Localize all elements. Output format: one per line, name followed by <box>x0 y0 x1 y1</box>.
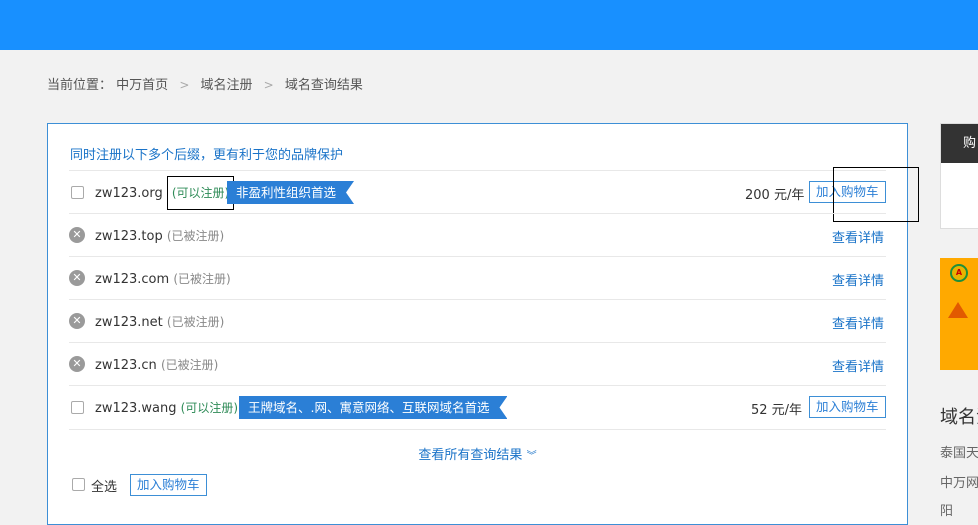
status-taken: (已被注册) <box>166 315 225 329</box>
view-details-link[interactable]: 查看详情 <box>832 356 884 375</box>
sidebar-link[interactable]: 中万网 <box>940 472 978 491</box>
domain-row: zw123.wang (可以注册) 王牌域名、.网、寓意网络、互联网域名首选 5… <box>69 385 886 429</box>
status-taken: (已被注册) <box>166 229 225 243</box>
breadcrumb-separator: > <box>179 78 190 92</box>
close-circle-icon: ✕ <box>69 356 85 372</box>
status-available: (可以注册) <box>166 176 235 210</box>
close-circle-icon: ✕ <box>69 227 85 243</box>
chevron-double-down-icon: ︾ <box>526 451 537 462</box>
domain-results-panel: 同时注册以下多个后缀，更有利于您的品牌保护 zw123.org (可以注册) 非… <box>47 123 919 525</box>
domain-row: ✕ zw123.com (已被注册) 查看详情 <box>69 256 886 300</box>
breadcrumb-separator: > <box>263 78 274 92</box>
close-circle-icon: ✕ <box>69 313 85 329</box>
domain-name: zw123.org (可以注册) <box>95 176 235 210</box>
warning-triangle-icon <box>948 302 968 318</box>
domain-text: zw123.wang <box>95 401 177 416</box>
select-all-label: 全选 <box>91 480 118 495</box>
domain-text: zw123.org <box>95 186 163 201</box>
domain-text: zw123.net <box>95 315 163 330</box>
view-details-link[interactable]: 查看详情 <box>832 270 884 289</box>
domain-text: zw123.cn <box>95 358 157 373</box>
cart-summary-widget: 购 <box>940 123 978 229</box>
close-circle-icon: ✕ <box>69 270 85 286</box>
status-taken: (已被注册) <box>173 272 231 286</box>
domain-text: zw123.top <box>95 229 163 244</box>
breadcrumb-home-link[interactable]: 中万首页 <box>116 74 168 93</box>
top-navbar <box>0 0 978 50</box>
price-label: 200 元/年 <box>745 188 805 203</box>
recommend-tag: 王牌域名、.网、寓意网络、互联网域名首选 <box>239 396 507 419</box>
suggestion-tip: 同时注册以下多个后缀，更有利于您的品牌保护 <box>70 148 344 163</box>
breadcrumb: 当前位置： 中万首页 > 域名注册 > 域名查询结果 <box>47 74 363 93</box>
bulk-add-to-cart-button[interactable]: 加入购物车 <box>130 474 207 496</box>
recommend-tag: 非盈利性组织首选 <box>227 181 354 204</box>
domain-name: zw123.net (已被注册) <box>95 313 224 330</box>
add-to-cart-button[interactable]: 加入购物车 <box>809 396 886 418</box>
sidebar-section-title: 域名注 <box>940 407 978 428</box>
price-label: 52 元/年 <box>751 403 803 418</box>
status-available: (可以注册) <box>180 401 239 415</box>
badge-icon: A <box>950 264 968 282</box>
select-all-checkbox[interactable] <box>72 478 85 491</box>
domain-row: ✕ zw123.net (已被注册) 查看详情 <box>69 299 886 343</box>
domain-text: zw123.com <box>95 272 170 287</box>
domain-checkbox[interactable] <box>71 186 84 199</box>
view-all-results-link[interactable]: 查看所有查询结果 ︾ <box>69 429 886 463</box>
sidebar-link[interactable]: 泰国天 <box>940 442 978 461</box>
domain-row: zw123.org (可以注册) 非盈利性组织首选 200 元/年 加入购物车 <box>69 167 919 222</box>
domain-name: zw123.top (已被注册) <box>95 227 224 244</box>
domain-name: zw123.com (已被注册) <box>95 270 231 287</box>
domain-row: ✕ zw123.top (已被注册) 查看详情 <box>69 213 886 257</box>
domain-name: zw123.wang (可以注册) <box>95 399 238 416</box>
breadcrumb-current: 域名查询结果 <box>284 78 363 93</box>
view-details-link[interactable]: 查看详情 <box>832 227 884 246</box>
breadcrumb-label: 当前位置： <box>47 78 113 93</box>
cart-title: 购 <box>941 124 978 163</box>
promo-banner[interactable]: A <box>940 258 978 370</box>
sidebar-link[interactable]: 阳 <box>940 500 953 519</box>
view-details-link[interactable]: 查看详情 <box>832 313 884 332</box>
breadcrumb-domain-register-link[interactable]: 域名注册 <box>201 74 253 93</box>
view-all-text: 查看所有查询结果 <box>418 448 523 463</box>
status-taken: (已被注册) <box>160 358 219 372</box>
domain-name: zw123.cn (已被注册) <box>95 356 218 373</box>
domain-row: ✕ zw123.cn (已被注册) 查看详情 <box>69 342 886 386</box>
domain-checkbox[interactable] <box>71 401 84 414</box>
